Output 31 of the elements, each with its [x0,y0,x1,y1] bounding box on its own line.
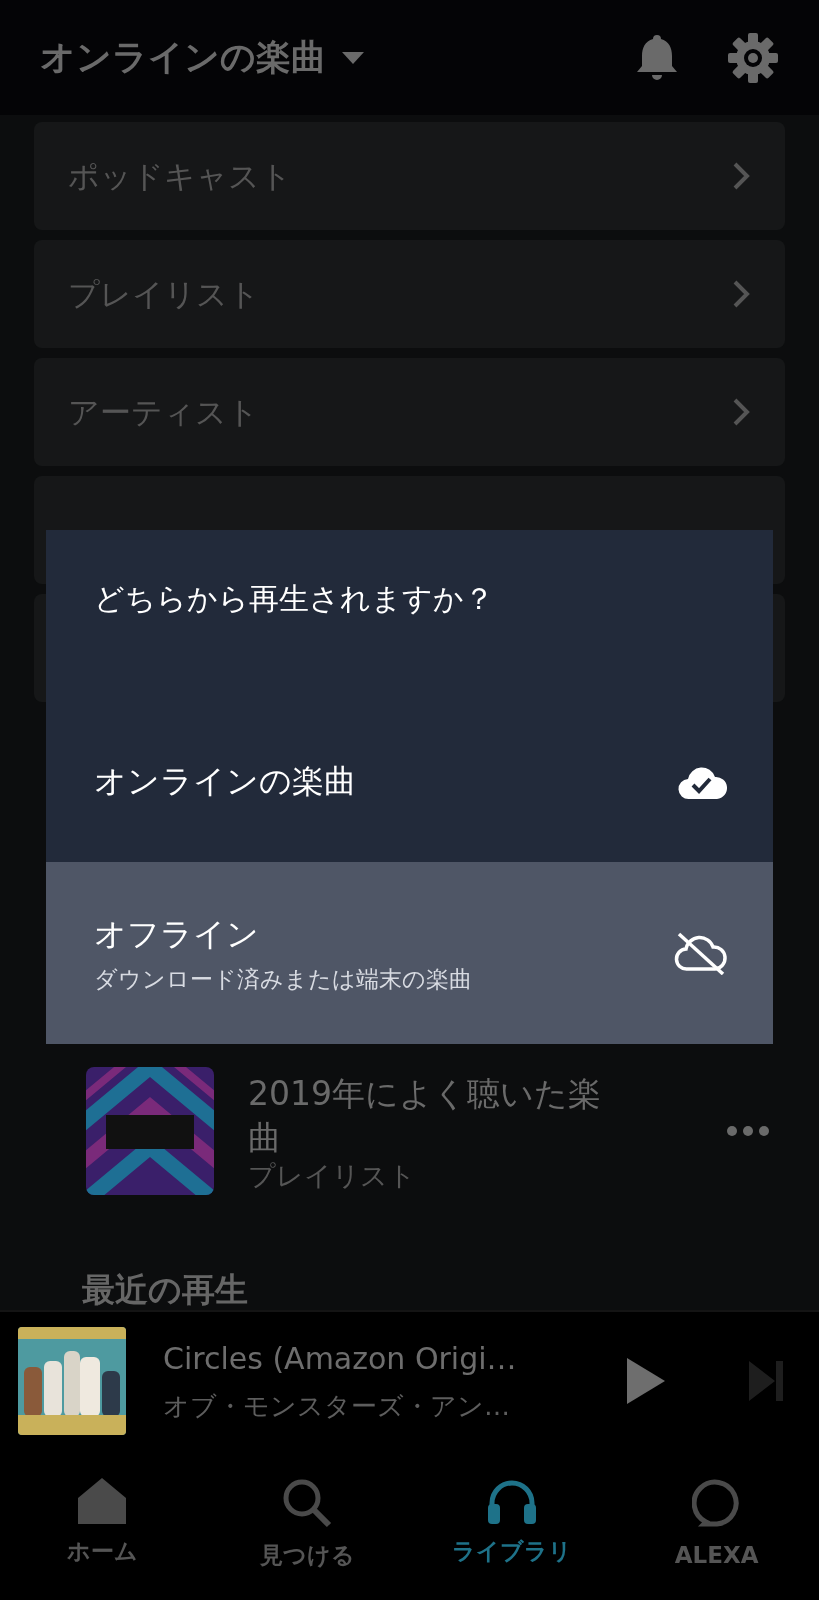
play-icon[interactable] [627,1358,665,1404]
menu-row[interactable]: アーティスト [34,358,785,466]
nav-tab[interactable]: ホーム [0,1450,205,1600]
menu-label: プレイリスト [68,274,260,314]
headphones-icon [486,1478,537,1524]
alexa-ring-icon [691,1478,742,1528]
menu-row[interactable]: ポッドキャスト [34,122,785,230]
track-artist: オブ・モンスターズ・アン… [163,1390,511,1423]
library-dropdown[interactable]: オンラインの楽曲 [40,31,364,84]
search-icon [282,1478,333,1528]
nav-tab[interactable]: ALEXA [614,1450,819,1600]
menu-label: アーティスト [68,392,259,432]
section-heading: 最近の再生 [82,1269,249,1310]
home-icon [78,1478,127,1524]
chevron-right-icon [731,161,751,191]
menu-label: ポッドキャスト [68,156,292,196]
settings-icon[interactable] [727,31,779,84]
dialog-title: どちらから再生されますか？ [93,580,495,618]
bell-icon[interactable] [635,32,679,83]
chevron-right-icon [731,397,751,427]
more-icon[interactable] [727,1126,769,1136]
playlist-subtitle: プレイリスト [248,1160,417,1191]
track-title: Circles (Amazon Origi… [163,1340,518,1378]
playlist-title: 2019年によく聴いた楽曲 [248,1072,602,1160]
nav-tab[interactable]: 見つける [204,1450,410,1600]
nav-tab[interactable]: ライブラリ [409,1450,615,1600]
option-row[interactable]: オフライン ダウンロード済みまたは端末の楽曲 [46,862,773,1044]
menu-row[interactable]: プレイリスト [34,240,785,348]
caret-down-icon [342,51,364,64]
chevron-right-icon [731,279,751,309]
cloud-off-icon [673,931,729,975]
